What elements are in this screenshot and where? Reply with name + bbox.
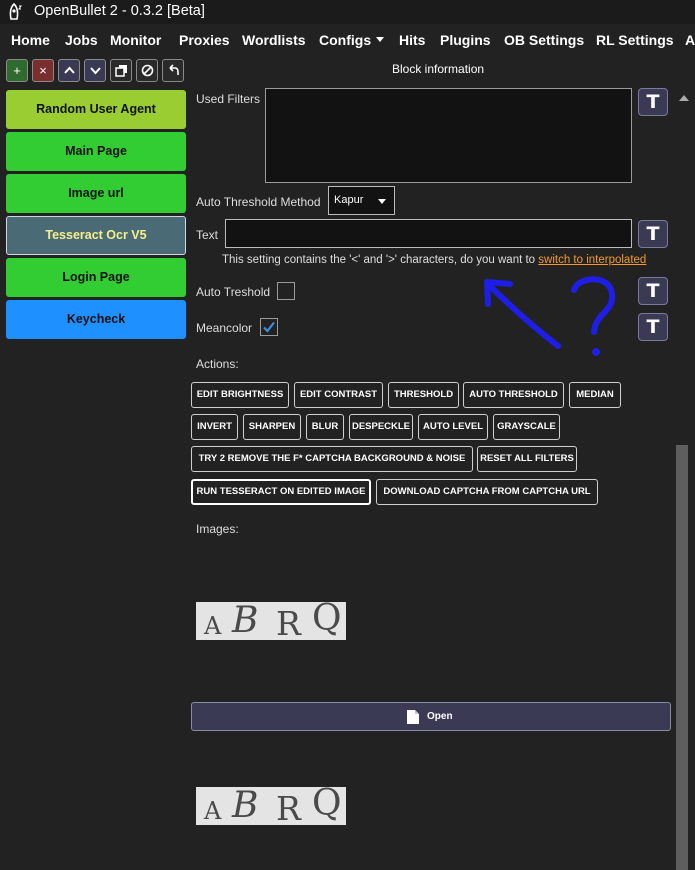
actions-label: Actions: <box>196 357 239 371</box>
move-down-button[interactable] <box>84 59 106 82</box>
menu-configs[interactable]: Configs <box>319 32 385 48</box>
auto-treshold-label: Auto Treshold <box>196 285 271 299</box>
median-button[interactable]: MEDIAN <box>569 382 621 408</box>
main-menu: Home Jobs Monitor Proxies Wordlists Conf… <box>0 26 695 55</box>
scrollbar-thumb[interactable] <box>676 445 688 870</box>
download-captcha-button[interactable]: DOWNLOAD CAPTCHA FROM CAPTCHA URL <box>376 479 598 505</box>
open-button-label: Open <box>427 711 453 722</box>
chevron-down-icon <box>378 199 386 204</box>
move-up-button[interactable] <box>58 59 80 82</box>
chevron-down-icon <box>90 67 101 75</box>
images-label: Images: <box>196 522 239 536</box>
question-mark-icon <box>571 276 616 335</box>
menu-configs-label: Configs <box>319 32 372 48</box>
window-title: OpenBullet 2 - 0.3.2 [Beta] <box>34 3 205 19</box>
captcha-letter: A <box>204 797 222 825</box>
edit-contrast-button[interactable]: EDIT CONTRAST <box>294 382 383 408</box>
close-icon: × <box>39 63 47 78</box>
undo-button[interactable] <box>162 59 184 82</box>
panel-title: Block information <box>392 62 485 76</box>
captcha-image-original: A B R Q <box>196 602 346 640</box>
auto-treshold-checkbox[interactable] <box>277 282 295 300</box>
openbullet-logo-icon <box>9 2 22 20</box>
checkmark-icon <box>263 321 275 333</box>
text-label: Text <box>196 228 219 242</box>
file-icon <box>407 710 419 724</box>
reset-all-filters-button[interactable]: RESET ALL FILTERS <box>477 446 577 472</box>
question-mark-dot-icon <box>592 348 600 356</box>
remove-block-button[interactable]: × <box>32 59 54 82</box>
scroll-up-arrow-icon[interactable] <box>679 95 689 101</box>
auto-level-button[interactable]: AUTO LEVEL <box>418 414 488 440</box>
chevron-up-icon <box>64 66 75 74</box>
captcha-letter: R <box>276 789 301 825</box>
text-mode-button[interactable]: T <box>638 220 668 248</box>
used-filters-box[interactable] <box>265 88 632 183</box>
menu-more[interactable]: A <box>685 32 695 48</box>
annotation-arrow-icon <box>485 281 561 349</box>
block-tesseract-ocr-v5[interactable]: Tesseract Ocr V5 <box>6 216 186 255</box>
auto-treshold-mode-button[interactable]: T <box>638 277 668 305</box>
open-image-button[interactable]: Open <box>191 702 671 731</box>
block-image-url[interactable]: Image url <box>6 174 186 213</box>
invert-button[interactable]: INVERT <box>191 414 238 440</box>
menu-home[interactable]: Home <box>11 32 50 48</box>
captcha-letter: R <box>276 604 301 640</box>
used-filters-label: Used Filters <box>196 92 261 106</box>
menu-hits[interactable]: Hits <box>399 32 425 48</box>
ban-icon <box>141 64 154 77</box>
captcha-letter: A <box>204 612 222 640</box>
captcha-image-processed: A B R Q <box>196 787 346 825</box>
meancolor-mode-button[interactable]: T <box>638 313 668 341</box>
copy-icon <box>115 65 127 77</box>
block-main-page[interactable]: Main Page <box>6 132 186 171</box>
sharpen-button[interactable]: SHARPEN <box>243 414 301 440</box>
meancolor-label: Meancolor <box>196 321 253 335</box>
menu-monitor[interactable]: Monitor <box>110 32 161 48</box>
threshold-method-select[interactable]: Kapur <box>328 186 395 215</box>
threshold-method-value: Kapur <box>334 194 364 206</box>
edit-brightness-button[interactable]: EDIT BRIGHTNESS <box>191 382 289 408</box>
menu-proxies[interactable]: Proxies <box>179 32 230 48</box>
blur-button[interactable]: BLUR <box>306 414 344 440</box>
run-tesseract-button[interactable]: RUN TESSERACT ON EDITED IMAGE <box>191 479 371 505</box>
block-keycheck[interactable]: Keycheck <box>6 300 186 339</box>
plus-icon: + <box>13 63 21 78</box>
menu-rl-settings[interactable]: RL Settings <box>596 32 674 48</box>
captcha-letter: B <box>232 787 259 825</box>
captcha-letter: Q <box>312 602 342 639</box>
despeckle-button[interactable]: DESPECKLE <box>349 414 413 440</box>
menu-plugins[interactable]: Plugins <box>440 32 491 48</box>
block-login-page[interactable]: Login Page <box>6 258 186 297</box>
used-filters-mode-button[interactable]: T <box>638 88 668 116</box>
threshold-method-label: Auto Threshold Method <box>196 195 321 209</box>
undo-icon <box>169 64 179 75</box>
menu-wordlists[interactable]: Wordlists <box>242 32 306 48</box>
remove-background-noise-button[interactable]: TRY 2 REMOVE THE F* CAPTCHA BACKGROUND &… <box>191 446 473 472</box>
threshold-button[interactable]: THRESHOLD <box>388 382 459 408</box>
text-input[interactable] <box>225 219 632 248</box>
menu-ob-settings[interactable]: OB Settings <box>504 32 584 48</box>
menu-jobs[interactable]: Jobs <box>65 32 98 48</box>
annotation-drawing <box>484 276 616 356</box>
captcha-letter: Q <box>312 787 342 824</box>
block-random-user-agent[interactable]: Random User Agent <box>6 90 186 129</box>
add-block-button[interactable]: + <box>6 59 28 82</box>
meancolor-checkbox[interactable] <box>260 318 278 336</box>
disable-block-button[interactable] <box>136 59 158 82</box>
grayscale-button[interactable]: GRAYSCALE <box>493 414 560 440</box>
chevron-down-icon <box>376 37 385 42</box>
captcha-letter: B <box>232 602 259 640</box>
auto-threshold-button[interactable]: AUTO THRESHOLD <box>463 382 564 408</box>
clone-block-button[interactable] <box>110 59 132 82</box>
title-bar: OpenBullet 2 - 0.3.2 [Beta] <box>0 0 695 24</box>
